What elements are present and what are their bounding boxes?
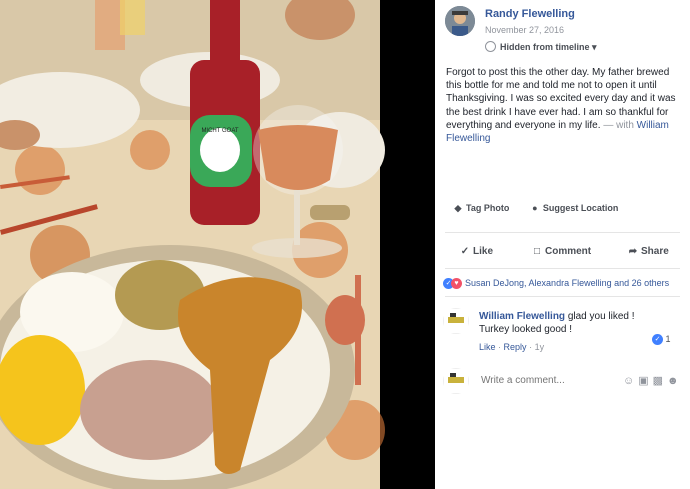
with-label: — with [603, 119, 634, 131]
divider [445, 268, 680, 269]
viewer-avatar-image [444, 369, 468, 393]
comment-like-link[interactable]: Like [479, 342, 496, 352]
sticker-icon[interactable]: ☻ [667, 375, 683, 387]
camera-icon[interactable]: ▣ [638, 375, 652, 387]
comment-reply-link[interactable]: Reply [504, 342, 527, 352]
post-sidebar: Randy Flewelling November 27, 2016 Hidde… [435, 0, 690, 489]
thanksgiving-photo: MICHT GOAT [0, 0, 435, 489]
suggest-location-button[interactable]: ● Suggest Location [530, 203, 619, 213]
bottle-label: MICHT GOAT [201, 128, 238, 134]
chevron-down-icon: ▾ [592, 42, 597, 52]
share-label: Share [641, 246, 669, 257]
thumbs-up-icon: ✓ [460, 246, 470, 257]
tag-icon: ◆ [454, 203, 462, 213]
share-button[interactable]: ➦ Share [628, 246, 669, 257]
location-pin-icon: ● [532, 203, 538, 213]
hidden-icon [485, 41, 496, 52]
author-avatar[interactable] [445, 6, 475, 36]
separator: · [529, 342, 533, 352]
separator: · [498, 342, 502, 352]
like-label: Like [473, 246, 494, 257]
like-button[interactable]: ✓ Like [460, 246, 493, 257]
post-date[interactable]: November 27, 2016 [485, 25, 564, 35]
commenter-avatar[interactable] [443, 308, 469, 334]
avatar-image [445, 6, 475, 36]
viewer-avatar [443, 368, 469, 394]
tag-photo-label: Tag Photo [466, 203, 510, 213]
comment-likes[interactable]: ✓ 1 [652, 334, 671, 346]
divider [445, 296, 680, 297]
tag-photo-button[interactable]: ◆ Tag Photo [453, 203, 510, 214]
comment-button[interactable]: □ Comment [532, 246, 591, 257]
suggest-location-label: Suggest Location [542, 203, 619, 213]
love-reaction-icon: ♥ [451, 278, 462, 290]
gif-icon[interactable]: ▩ [653, 375, 667, 387]
author-name[interactable]: Randy Flewelling [485, 8, 575, 20]
divider [445, 232, 680, 233]
emoji-icon[interactable]: ☺ [623, 375, 638, 387]
post-header: Randy Flewelling November 27, 2016 Hidde… [445, 6, 685, 56]
commenter-avatar-image [444, 309, 468, 333]
like-reaction-icon: ✓ [652, 334, 663, 346]
comment-age[interactable]: 1y [535, 342, 545, 352]
post-text: Forgot to post this the other day. My fa… [446, 66, 684, 145]
comment-likes-count: 1 [665, 334, 671, 344]
share-icon: ➦ [628, 246, 638, 257]
audience-label: Hidden from timeline [500, 42, 590, 52]
photo-actions: ◆ Tag Photo ● Suggest Location [453, 203, 636, 214]
comment-label: Comment [545, 246, 592, 257]
comment-meta: Like · Reply · 1y [479, 342, 544, 352]
comment-tools: ☺▣▩☻ [623, 374, 683, 387]
reactions-summary[interactable]: ✓ ♥ Susan DeJong, Alexandra Flewelling and… [443, 278, 670, 290]
comment-icon: □ [533, 246, 541, 257]
reactions-text: Susan DeJong, Alexandra Flewelling and 2… [465, 278, 670, 288]
post-photo[interactable]: MICHT GOAT [0, 0, 435, 489]
commenter-name[interactable]: William Flewelling [479, 311, 565, 322]
audience-selector[interactable]: Hidden from timeline ▾ [500, 42, 597, 53]
comment-body: William Flewelling glad you liked ! Turk… [479, 310, 654, 336]
